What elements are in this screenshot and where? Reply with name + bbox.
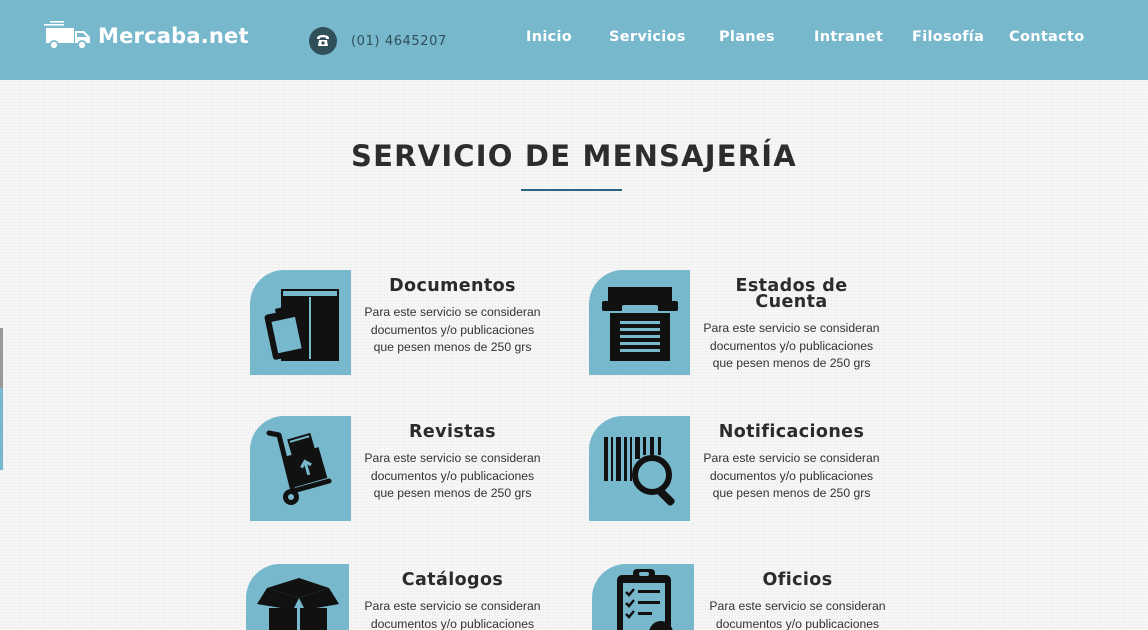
nav-planes[interactable]: Planes xyxy=(719,29,775,45)
clipboard-checklist-icon xyxy=(617,569,673,630)
barcode-search-icon xyxy=(603,436,675,506)
service-estados-cuenta-icon-box[interactable] xyxy=(589,270,690,375)
hand-truck-icon xyxy=(266,430,331,505)
service-catalogos-title[interactable]: Catálogos xyxy=(355,571,550,589)
nav-filosofia[interactable]: Filosofía xyxy=(912,29,984,45)
service-documentos-icon-box[interactable] xyxy=(250,270,351,375)
nav-contacto[interactable]: Contacto xyxy=(1009,29,1085,45)
account-statement-printer-icon xyxy=(601,286,678,361)
nav-intranet[interactable]: Intranet xyxy=(814,29,883,45)
page-title: SERVICIO DE MENSAJERÍA xyxy=(351,139,797,173)
service-oficios-title[interactable]: Oficios xyxy=(700,571,895,589)
nav-inicio[interactable]: Inicio xyxy=(526,29,572,45)
site-header: Mercaba.net (01) 4645207 Inicio Servicio… xyxy=(0,0,1148,80)
main-nav: Inicio Servicios Planes Intranet Filosof… xyxy=(0,29,1148,51)
documents-box-icon xyxy=(264,288,339,361)
service-documentos-desc: Para este servicio se consideran documen… xyxy=(364,305,541,354)
side-scroll-handle[interactable] xyxy=(0,328,3,470)
nav-servicios[interactable]: Servicios xyxy=(609,29,686,45)
service-catalogos-desc: Para este servicio se consideran documen… xyxy=(364,599,541,630)
service-revistas-desc: Para este servicio se consideran documen… xyxy=(364,451,541,500)
service-oficios-desc: Para este servicio se consideran documen… xyxy=(709,599,886,630)
service-notificaciones-title[interactable]: Notificaciones xyxy=(694,423,889,441)
service-catalogos-icon-box[interactable] xyxy=(246,564,349,630)
service-documentos-title[interactable]: Documentos xyxy=(355,277,550,295)
service-revistas-icon-box[interactable] xyxy=(250,416,351,521)
service-oficios-icon-box[interactable] xyxy=(592,564,694,630)
service-notificaciones-icon-box[interactable] xyxy=(589,416,690,521)
title-divider xyxy=(521,189,622,191)
service-revistas-title[interactable]: Revistas xyxy=(355,423,550,441)
service-estados-cuenta-title[interactable]: Estados de Cuenta xyxy=(694,277,889,311)
service-notificaciones-desc: Para este servicio se consideran documen… xyxy=(703,451,880,500)
service-estados-cuenta-desc: Para este servicio se consideran documen… xyxy=(703,321,880,370)
open-box-icon xyxy=(256,578,339,630)
